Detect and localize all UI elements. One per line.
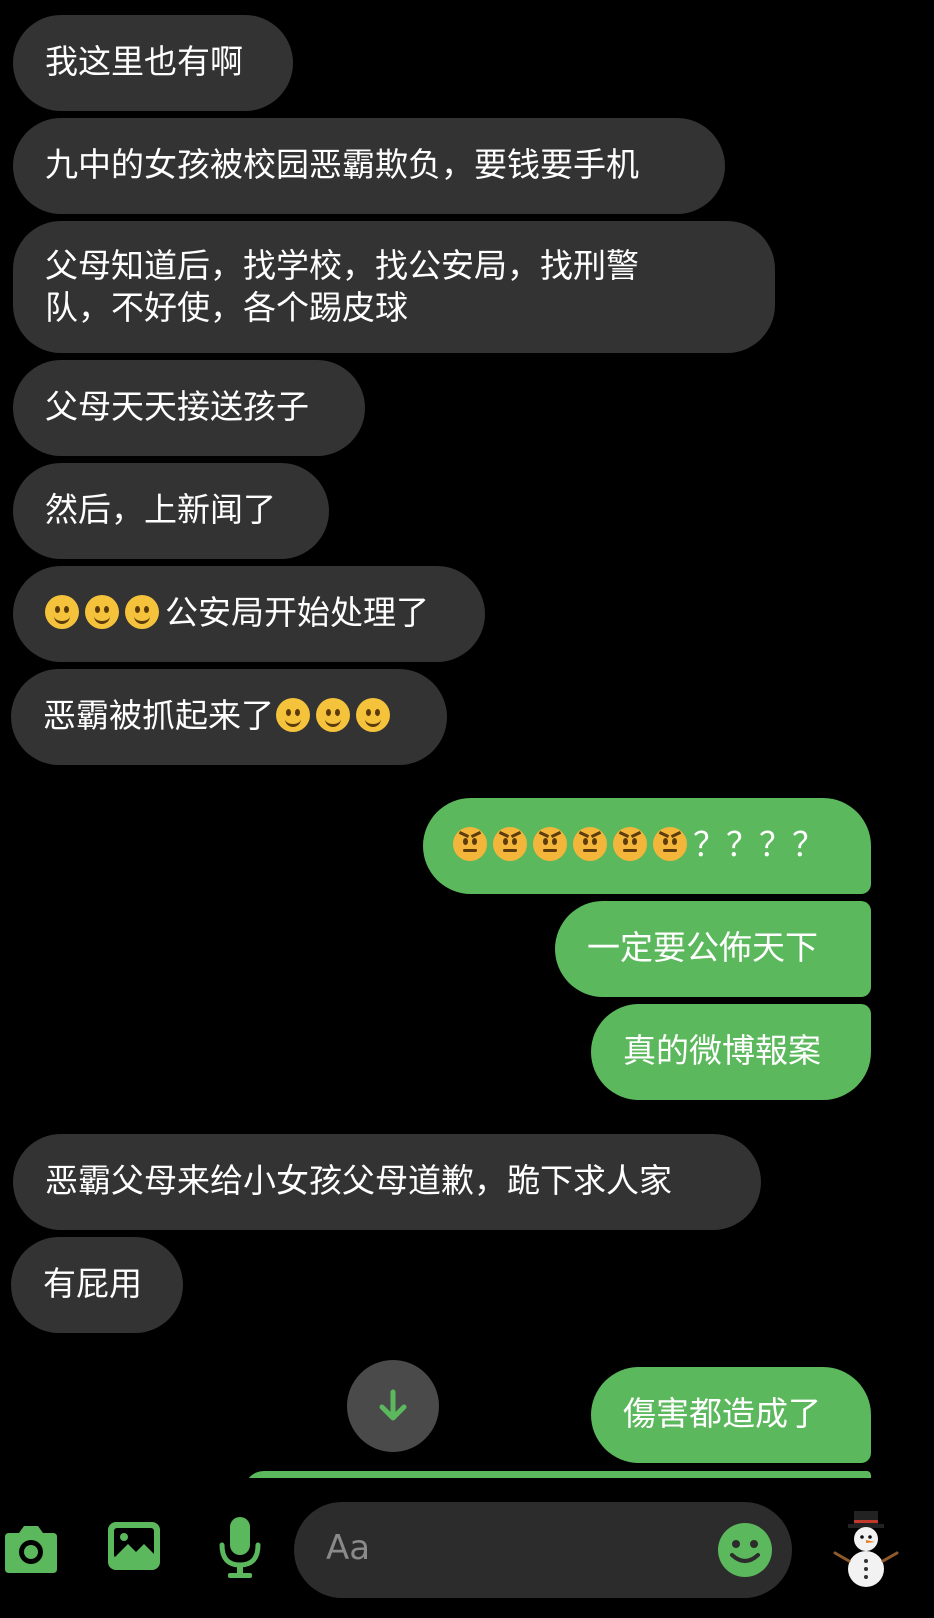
smile-emoji-icon	[125, 595, 159, 629]
message-text: ？？？？	[693, 825, 825, 864]
message-list[interactable]: 我这里也有啊 九中的女孩被校园恶霸欺负，要钱要手机 父母知道后，找学校，找公安局…	[0, 0, 934, 1478]
message-text: 然后，上新闻了	[45, 490, 276, 529]
message-outgoing[interactable]: 一定要公佈天下	[555, 901, 871, 997]
message-outgoing[interactable]: 真的微博報案	[591, 1004, 871, 1100]
message-outgoing-partial[interactable]	[244, 1471, 871, 1478]
message-text: 九中的女孩被校园恶霸欺负，要钱要手机	[45, 145, 639, 184]
angry-emoji-icon	[573, 827, 607, 861]
message-text: 一定要公佈天下	[587, 928, 818, 967]
smile-emoji-icon	[316, 698, 350, 732]
message-text: 队，不好使，各个踢皮球	[45, 288, 408, 327]
message-incoming[interactable]: 公安局开始处理了	[13, 566, 485, 662]
smile-emoji-icon	[85, 595, 119, 629]
message-text: 父母天天接送孩子	[45, 387, 309, 426]
angry-emoji-icon	[493, 827, 527, 861]
smile-emoji-icon	[276, 698, 310, 732]
message-text: 真的微博報案	[623, 1031, 821, 1070]
message-text: 公安局开始处理了	[165, 593, 429, 632]
message-incoming[interactable]: 然后，上新闻了	[13, 463, 329, 559]
message-outgoing[interactable]: ？？？？	[423, 798, 871, 894]
message-incoming[interactable]: 有屁用	[11, 1237, 183, 1333]
angry-emoji-icon	[453, 827, 487, 861]
camera-icon	[5, 1526, 57, 1573]
message-input-placeholder: Aa	[326, 1528, 371, 1568]
message-text: 傷害都造成了	[623, 1394, 821, 1433]
message-text: 恶霸被抓起来了	[43, 696, 274, 735]
message-incoming[interactable]: 恶霸被抓起来了	[11, 669, 447, 765]
arrow-down-icon	[379, 1389, 407, 1421]
message-incoming[interactable]: 父母知道后，找学校，找公安局，找刑警 队，不好使，各个踢皮球	[13, 221, 775, 353]
camera-button[interactable]	[0, 1518, 62, 1580]
message-text: 恶霸父母来给小女孩父母道歉，跪下求人家	[45, 1161, 672, 1200]
message-incoming[interactable]: 恶霸父母来给小女孩父母道歉，跪下求人家	[13, 1134, 761, 1230]
gallery-button[interactable]	[106, 1518, 162, 1574]
message-incoming[interactable]: 我这里也有啊	[13, 15, 293, 111]
snowman-sticker-icon	[833, 1511, 899, 1587]
emoji-icon[interactable]	[716, 1521, 774, 1579]
microphone-icon	[219, 1517, 261, 1578]
angry-emoji-icon	[653, 827, 687, 861]
angry-emoji-icon	[613, 827, 647, 861]
scroll-to-bottom-button[interactable]	[347, 1360, 439, 1452]
message-input[interactable]: Aa	[294, 1502, 792, 1598]
sticker-button[interactable]	[828, 1508, 904, 1590]
microphone-button[interactable]	[214, 1512, 266, 1584]
smile-emoji-icon	[356, 698, 390, 732]
message-incoming[interactable]: 父母天天接送孩子	[13, 360, 365, 456]
message-outgoing[interactable]: 傷害都造成了	[591, 1367, 871, 1463]
message-incoming[interactable]: 九中的女孩被校园恶霸欺负，要钱要手机	[13, 118, 725, 214]
message-text: 我这里也有啊	[45, 42, 243, 81]
gallery-icon	[108, 1522, 160, 1570]
message-text: 父母知道后，找学校，找公安局，找刑警	[45, 246, 639, 285]
smile-emoji-icon	[45, 595, 79, 629]
message-text: 有屁用	[43, 1264, 142, 1303]
angry-emoji-icon	[533, 827, 567, 861]
